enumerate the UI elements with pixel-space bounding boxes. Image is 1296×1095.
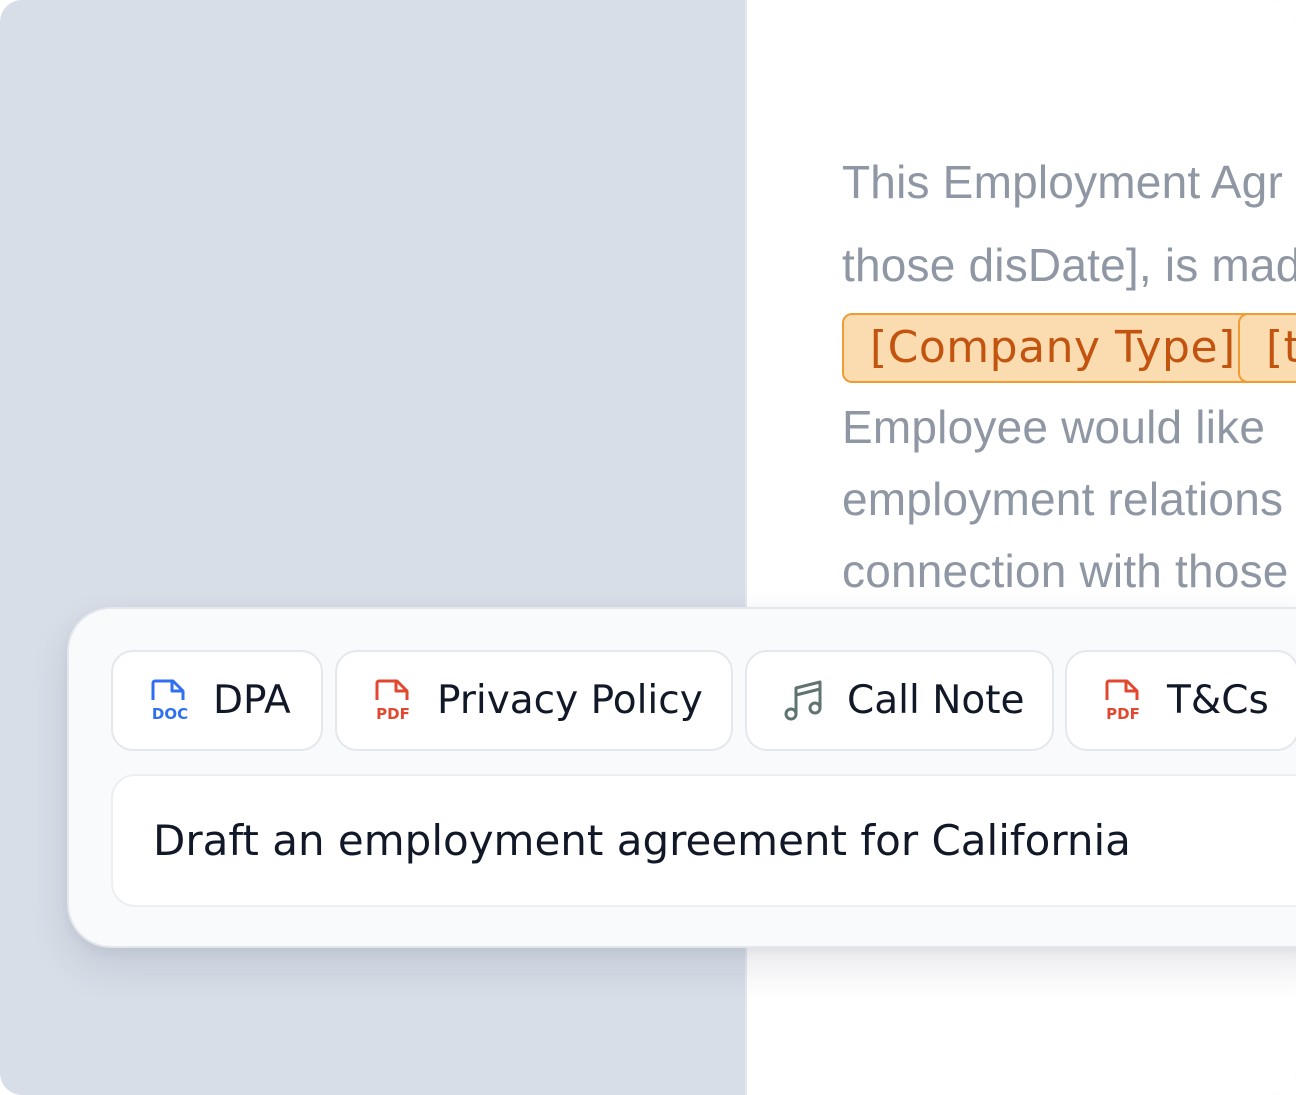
attachment-label: Privacy Policy [437,678,703,723]
music-note-icon [784,680,822,720]
app-canvas: This Employment Agr those disDate], is m… [0,0,1296,1095]
document-line: those disDate], is mad [842,239,1296,291]
pdf-file-icon: PDF [375,679,410,723]
prompt-input[interactable]: Draft an employment agreement for Califo… [111,774,1296,907]
document-line: Employee would like [842,401,1266,453]
file-badge-text: PDF [376,705,410,723]
document-line: This Employment Agr [842,156,1283,208]
prompt-text: Draft an employment agreement for Califo… [153,816,1131,865]
attachment-label: Call Note [847,678,1025,723]
attachment-chip-privacy-policy[interactable]: PDF Privacy Policy [335,650,733,751]
document-line: employment relations [842,473,1284,525]
attachment-label: T&Cs [1167,678,1269,723]
placeholder-tag-type[interactable]: [ty [1238,313,1296,383]
document-line: connection with those [842,545,1289,597]
doc-file-icon: DOC [151,679,188,723]
prompt-composer: DOC DPA PDF Privacy Policy Call Note PDF… [67,607,1296,948]
attachment-chip-dpa[interactable]: DOC DPA [111,650,323,751]
attachment-label: DPA [213,678,291,723]
attachment-chip-tcs[interactable]: PDF T&Cs [1065,650,1296,751]
file-badge-text: DOC [152,705,188,723]
file-badge-text: PDF [1106,705,1140,723]
attachment-chip-call-note[interactable]: Call Note [745,650,1054,751]
placeholder-tag-company-type[interactable]: [Company Type] [842,313,1264,383]
pdf-file-icon: PDF [1105,679,1140,723]
